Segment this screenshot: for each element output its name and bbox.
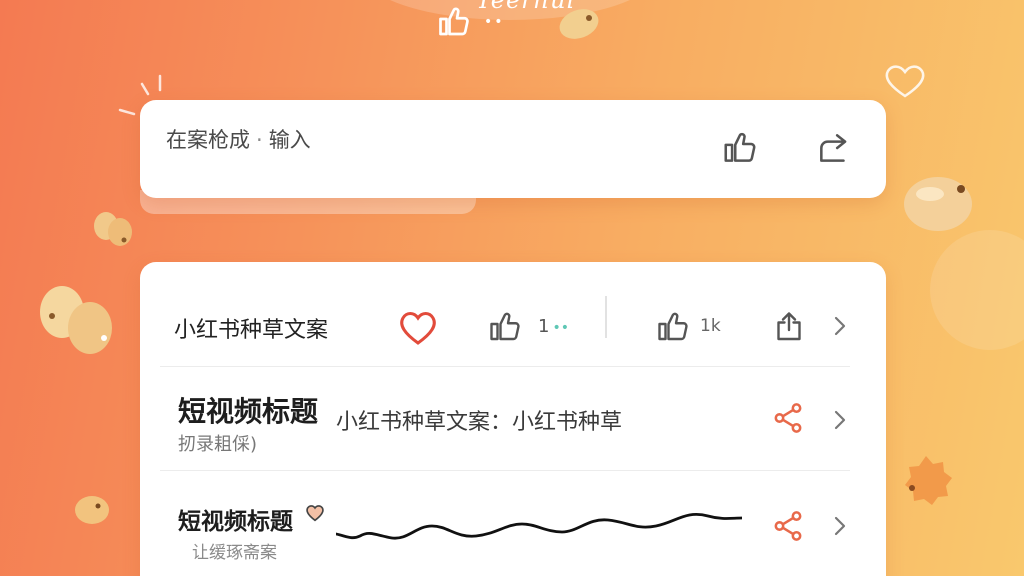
list-item[interactable]: 短视频标题 让缓琢斋案: [140, 486, 886, 576]
chevron-right-icon[interactable]: [830, 408, 850, 432]
heart-outline-decoration: [885, 65, 925, 98]
like-count-secondary: 1k: [700, 316, 721, 336]
list-item-content: 小红书种草文案：小红书种草: [336, 410, 623, 435]
like-button-secondary[interactable]: [654, 308, 692, 346]
row-divider: [160, 366, 850, 367]
share-button[interactable]: [770, 308, 808, 346]
thumbs-up-icon: [439, 7, 469, 36]
vertical-divider: [605, 296, 607, 338]
bean-decoration: [559, 9, 599, 39]
list-item-subtitle: 扨录耝倸): [178, 434, 258, 455]
share-button[interactable]: [770, 400, 806, 436]
bean-decoration: [904, 177, 972, 231]
list-item-title: 短视频标题: [178, 509, 293, 535]
thumbs-up-icon: [490, 312, 520, 341]
bean-decoration: [75, 496, 109, 524]
list-item[interactable]: 小红书种草文案 1 •• 1k: [140, 292, 886, 362]
heart-outline-icon: [400, 312, 436, 345]
like-button[interactable]: [720, 128, 760, 168]
bean-decoration: [94, 212, 132, 246]
share-nodes-icon: [774, 403, 802, 433]
logo-dots: ••: [484, 14, 505, 30]
bean-decoration: [40, 286, 112, 354]
template-list-card: 小红书种草文案 1 •• 1k 短视频标题 扨录耝倸) 小红书种草文案：小红书种…: [140, 262, 886, 576]
share-nodes-icon: [774, 511, 802, 541]
input-placeholder-prefix: 在案枪成: [166, 128, 250, 152]
list-item[interactable]: 短视频标题 扨录耝倸) 小红书种草文案：小红书种草: [140, 380, 886, 470]
background-glow: [930, 230, 1024, 350]
waveform-squiggle: [336, 513, 742, 540]
thumbs-up-icon: [724, 132, 756, 162]
list-item-title: 小红书种草文案: [174, 318, 329, 343]
input-placeholder-separator: ·: [256, 128, 263, 152]
chevron-right-icon[interactable]: [830, 514, 850, 538]
input-card: 在案枪成 · 输入: [140, 100, 886, 198]
like-button[interactable]: [486, 308, 524, 346]
list-item-title: 短视频标题: [178, 395, 319, 428]
list-item-subtitle: 让缓琢斋案: [192, 543, 277, 563]
share-button[interactable]: [770, 508, 806, 544]
input-field[interactable]: 在案枪成 · 输入: [166, 124, 311, 154]
favorite-button[interactable]: [396, 306, 440, 350]
share-button[interactable]: [814, 128, 854, 168]
heart-small-icon: [306, 505, 324, 522]
thumbs-up-icon: [658, 312, 688, 341]
share-arrow-icon: [820, 134, 847, 162]
chevron-right-icon[interactable]: [830, 314, 850, 338]
share-box-icon: [777, 312, 801, 341]
bean-decoration: [905, 456, 952, 505]
like-count: 1 ••: [538, 316, 569, 337]
input-placeholder: 输入: [268, 128, 311, 152]
row-divider: [160, 470, 850, 471]
